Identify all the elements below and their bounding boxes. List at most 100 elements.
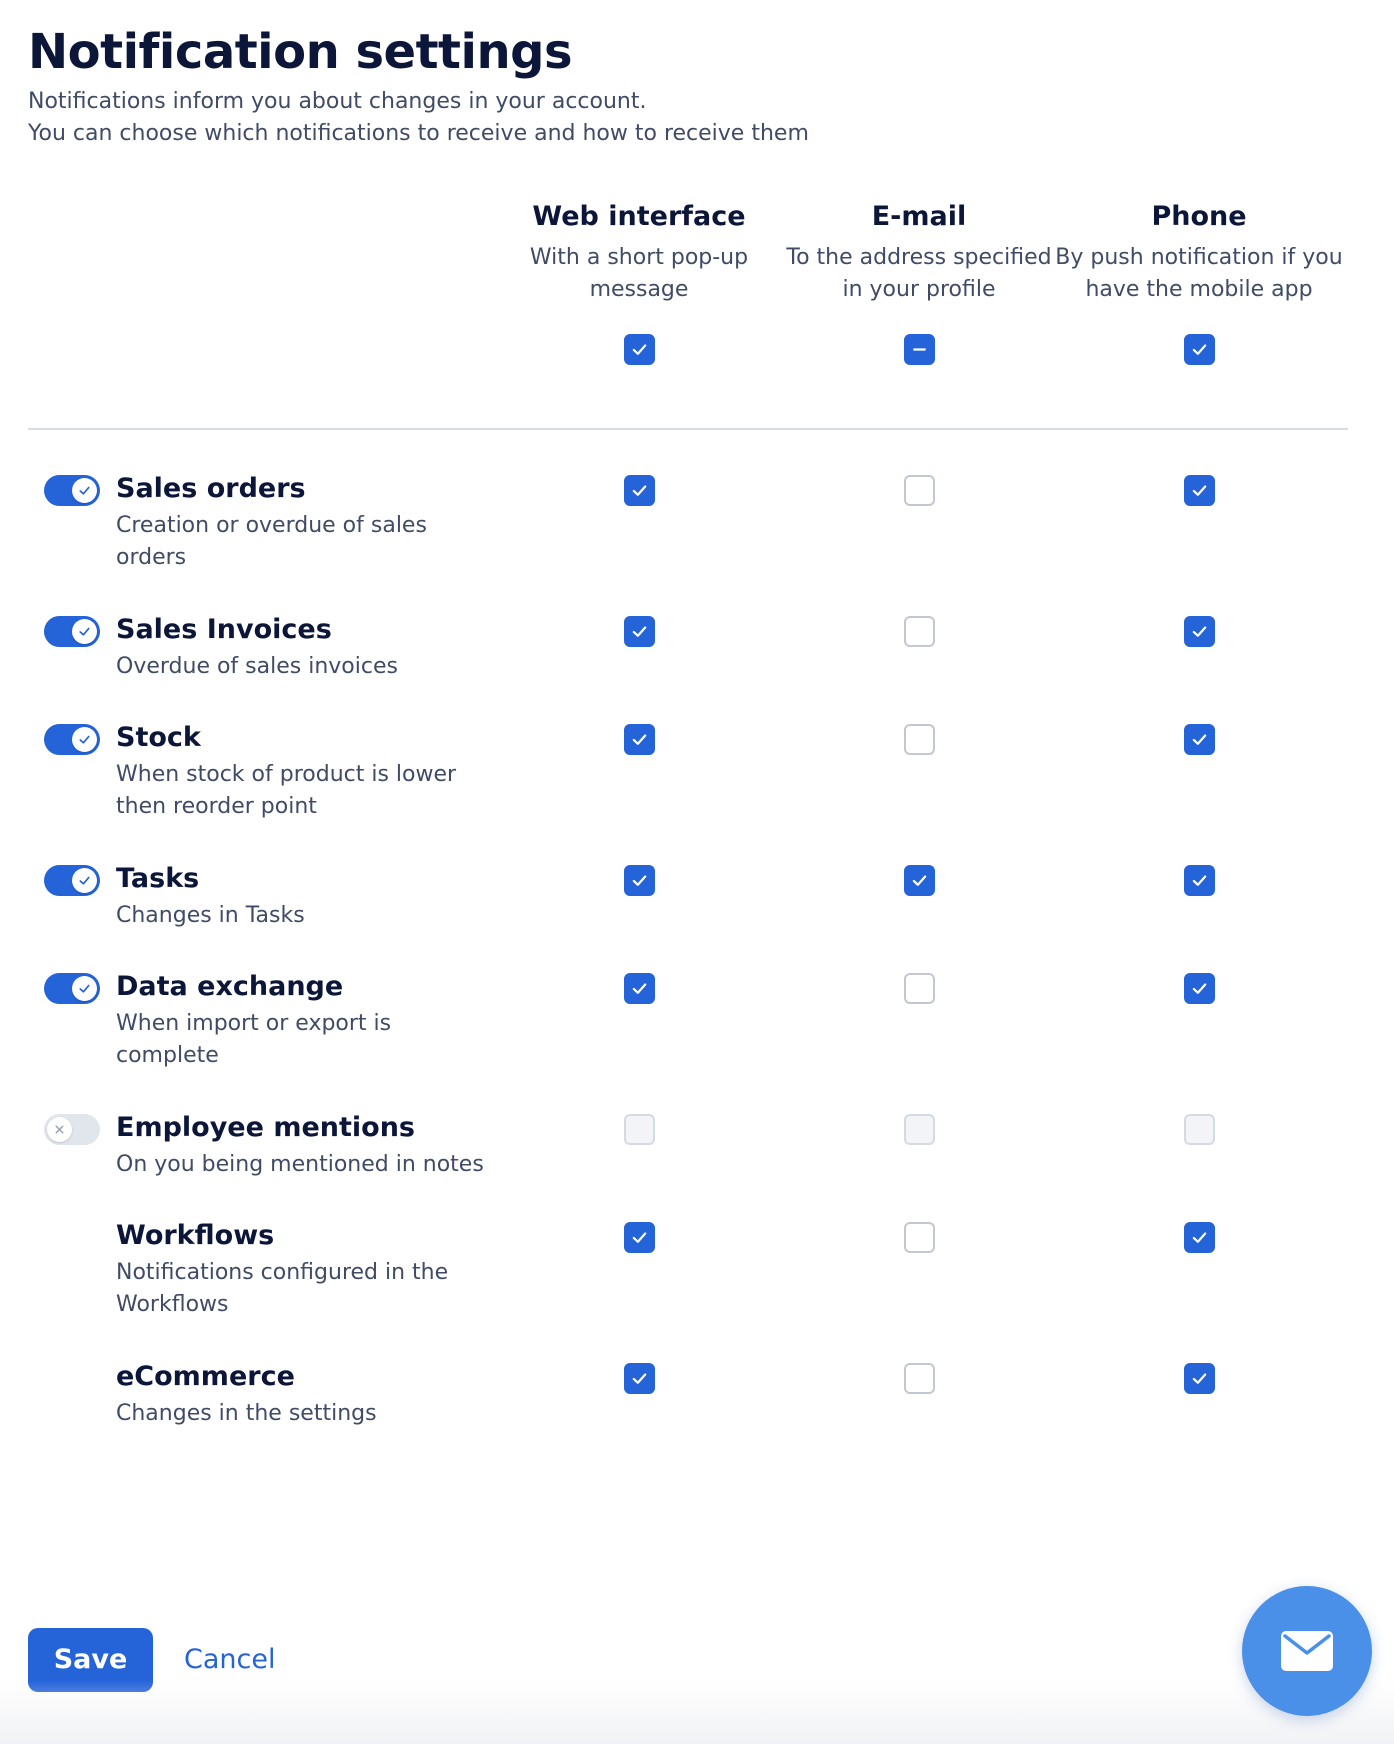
checkbox-email[interactable] <box>904 475 935 506</box>
checkbox-web[interactable] <box>624 973 655 1004</box>
checkbox-email[interactable] <box>904 1363 935 1394</box>
row-description: Changes in the settings <box>116 1401 377 1426</box>
checkmark-icon <box>1192 1373 1207 1384</box>
toggle-knob <box>72 868 97 893</box>
toggle-knob <box>72 478 97 503</box>
row-toggle[interactable] <box>44 616 100 647</box>
checkmark-icon <box>632 1232 647 1243</box>
checkmark-icon <box>632 875 647 886</box>
row-title: Sales Invoices <box>116 614 332 645</box>
checkbox-phone[interactable] <box>1184 1363 1215 1394</box>
master-checkbox-web[interactable] <box>624 334 655 365</box>
notification-settings-page: Notification settings Notifications info… <box>0 0 1394 1744</box>
checkmark-icon <box>1192 983 1207 994</box>
checkmark-icon <box>79 486 90 495</box>
header-divider <box>28 428 1348 430</box>
checkmark-icon <box>1192 626 1207 637</box>
row-description: Creation or overdue of sales orders <box>116 513 427 570</box>
row-label: Workflows Notifications configured in the… <box>116 1219 496 1321</box>
envelope-icon <box>1281 1631 1333 1671</box>
column-title-email: E-mail <box>871 201 967 232</box>
checkmark-icon <box>1192 1232 1207 1243</box>
row-title: Employee mentions <box>116 1112 416 1143</box>
row-toggle[interactable] <box>44 475 100 506</box>
checkbox-phone[interactable] <box>1184 1222 1215 1253</box>
checkbox-web[interactable] <box>624 616 655 647</box>
checkmark-icon <box>79 984 90 993</box>
checkmark-icon <box>1192 875 1207 886</box>
row-label: eCommerce Changes in the settings <box>116 1360 496 1430</box>
page-subtitle-line2: You can choose which notifications to re… <box>28 121 809 146</box>
row-description: On you being mentioned in notes <box>116 1152 484 1177</box>
row-toggle[interactable] <box>44 865 100 896</box>
master-checkbox-phone[interactable] <box>1184 334 1215 365</box>
checkbox-email[interactable] <box>904 1222 935 1253</box>
toggle-knob <box>72 976 97 1001</box>
checkbox-email[interactable] <box>904 616 935 647</box>
checkmark-icon <box>632 626 647 637</box>
row-description: Changes in Tasks <box>116 903 305 928</box>
checkbox-phone[interactable] <box>1184 616 1215 647</box>
row-title: Data exchange <box>116 971 344 1002</box>
checkmark-icon <box>912 875 927 886</box>
row-title: Stock <box>116 722 201 753</box>
row-description: When stock of product is lower then reor… <box>116 762 457 819</box>
checkmark-icon <box>632 1373 647 1384</box>
column-description-phone: By push notification if you have the mob… <box>1055 245 1343 302</box>
checkmark-icon <box>79 876 90 885</box>
checkbox-web[interactable] <box>624 475 655 506</box>
checkbox-email[interactable] <box>904 865 935 896</box>
checkbox-email[interactable] <box>904 724 935 755</box>
checkmark-icon <box>1192 734 1207 745</box>
checkbox-web[interactable] <box>624 1363 655 1394</box>
column-header-phone: Phone By push notification if you have t… <box>1054 200 1344 306</box>
checkmark-icon <box>79 627 90 636</box>
chat-button[interactable] <box>1242 1586 1372 1716</box>
row-description: Overdue of sales invoices <box>116 654 398 679</box>
cancel-button[interactable]: Cancel <box>184 1628 275 1692</box>
row-description: When import or export is complete <box>116 1011 392 1068</box>
row-toggle[interactable] <box>44 973 100 1004</box>
row-label: Data exchange When import or export is co… <box>116 970 496 1072</box>
master-checkbox-email[interactable] <box>904 334 935 365</box>
checkbox-phone[interactable] <box>1184 865 1215 896</box>
checkbox-phone[interactable] <box>1184 475 1215 506</box>
row-label: Sales orders Creation or overdue of sales… <box>116 472 496 574</box>
column-header-web: Web interface With a short pop-up messag… <box>494 200 784 306</box>
checkbox-web[interactable] <box>624 1222 655 1253</box>
checkbox-phone[interactable] <box>1184 973 1215 1004</box>
toggle-knob <box>72 619 97 644</box>
checkmark-icon <box>632 344 647 355</box>
toggle-knob <box>72 727 97 752</box>
checkmark-icon <box>632 734 647 745</box>
checkmark-icon <box>79 735 90 744</box>
row-title: Workflows <box>116 1220 275 1251</box>
checkbox-phone[interactable] <box>1184 724 1215 755</box>
checkbox-web <box>624 1114 655 1145</box>
save-button[interactable]: Save <box>28 1628 153 1692</box>
row-toggle[interactable] <box>44 1114 100 1145</box>
toggle-knob <box>47 1117 72 1142</box>
row-title: Sales orders <box>116 473 306 504</box>
close-icon <box>55 1125 64 1134</box>
checkbox-web[interactable] <box>624 724 655 755</box>
row-label: Tasks Changes in Tasks <box>116 862 496 932</box>
page-title: Notification settings <box>28 24 573 80</box>
row-toggle[interactable] <box>44 724 100 755</box>
column-title-phone: Phone <box>1151 201 1247 232</box>
checkbox-phone <box>1184 1114 1215 1145</box>
row-label: Employee mentions On you being mentioned … <box>116 1111 496 1181</box>
minus-icon <box>913 348 926 351</box>
page-subtitle-line1: Notifications inform you about changes i… <box>28 89 647 114</box>
row-label: Sales Invoices Overdue of sales invoices <box>116 613 496 683</box>
checkmark-icon <box>632 983 647 994</box>
row-description: Notifications configured in the Workflow… <box>116 1260 449 1317</box>
column-description-email: To the address specified in your profile <box>786 245 1052 302</box>
checkbox-email <box>904 1114 935 1145</box>
row-label: Stock When stock of product is lower then… <box>116 721 496 823</box>
checkmark-icon <box>632 485 647 496</box>
checkbox-email[interactable] <box>904 973 935 1004</box>
row-title: eCommerce <box>116 1361 295 1392</box>
checkbox-web[interactable] <box>624 865 655 896</box>
column-description-web: With a short pop-up message <box>529 245 749 302</box>
